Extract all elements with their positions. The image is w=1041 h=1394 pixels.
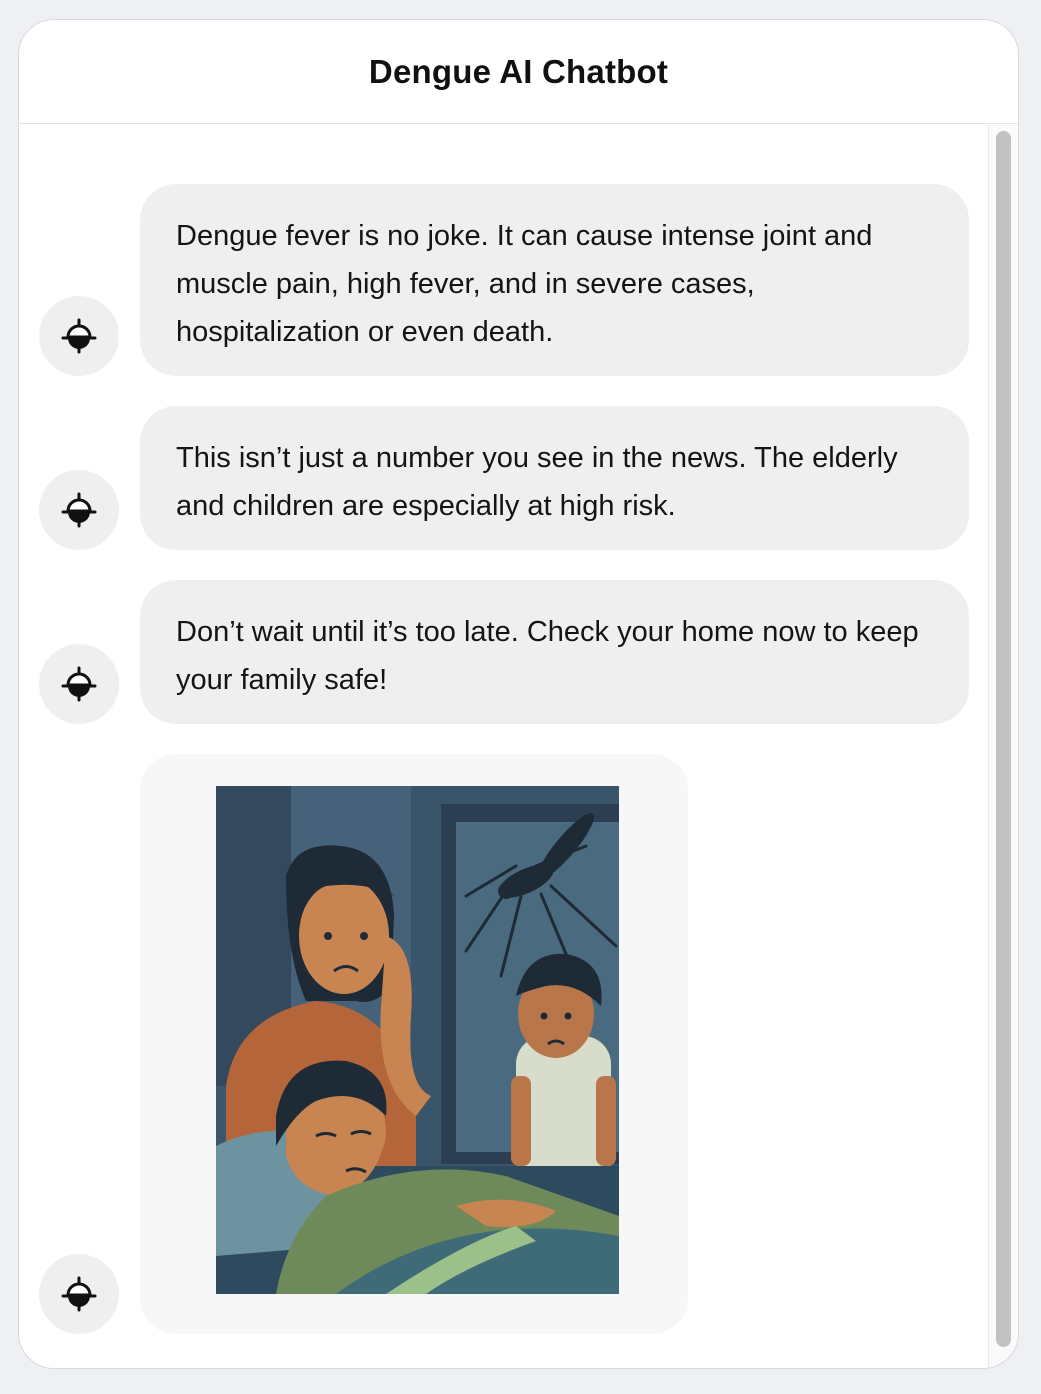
- scrollbar-thumb[interactable]: [996, 131, 1011, 1347]
- message-row: [39, 754, 688, 1334]
- bot-avatar: [39, 470, 119, 550]
- bot-message-bubble: Don’t wait until it’s too late. Check yo…: [140, 580, 969, 724]
- message-row: Don’t wait until it’s too late. Check yo…: [39, 580, 969, 724]
- bot-target-icon: [59, 490, 99, 530]
- bot-avatar: [39, 1254, 119, 1334]
- bot-avatar: [39, 296, 119, 376]
- bot-avatar: [39, 644, 119, 724]
- chat-window: Dengue AI Chatbot Dengue fever is no jok…: [18, 19, 1019, 1369]
- bot-image-bubble: [140, 754, 688, 1334]
- chat-header: Dengue AI Chatbot: [19, 20, 1018, 124]
- message-list[interactable]: Dengue fever is no joke. It can cause in…: [19, 125, 989, 1368]
- message-row: This isn’t just a number you see in the …: [39, 406, 969, 550]
- bot-target-icon: [59, 1274, 99, 1314]
- bot-message-bubble: Dengue fever is no joke. It can cause in…: [140, 184, 969, 376]
- bot-target-icon: [59, 316, 99, 356]
- dengue-family-illustration[interactable]: [216, 786, 619, 1294]
- chat-title: Dengue AI Chatbot: [368, 52, 669, 90]
- message-row: Dengue fever is no joke. It can cause in…: [39, 184, 969, 376]
- bot-message-bubble: This isn’t just a number you see in the …: [140, 406, 969, 550]
- scrollbar[interactable]: [988, 125, 1018, 1368]
- bot-target-icon: [59, 664, 99, 704]
